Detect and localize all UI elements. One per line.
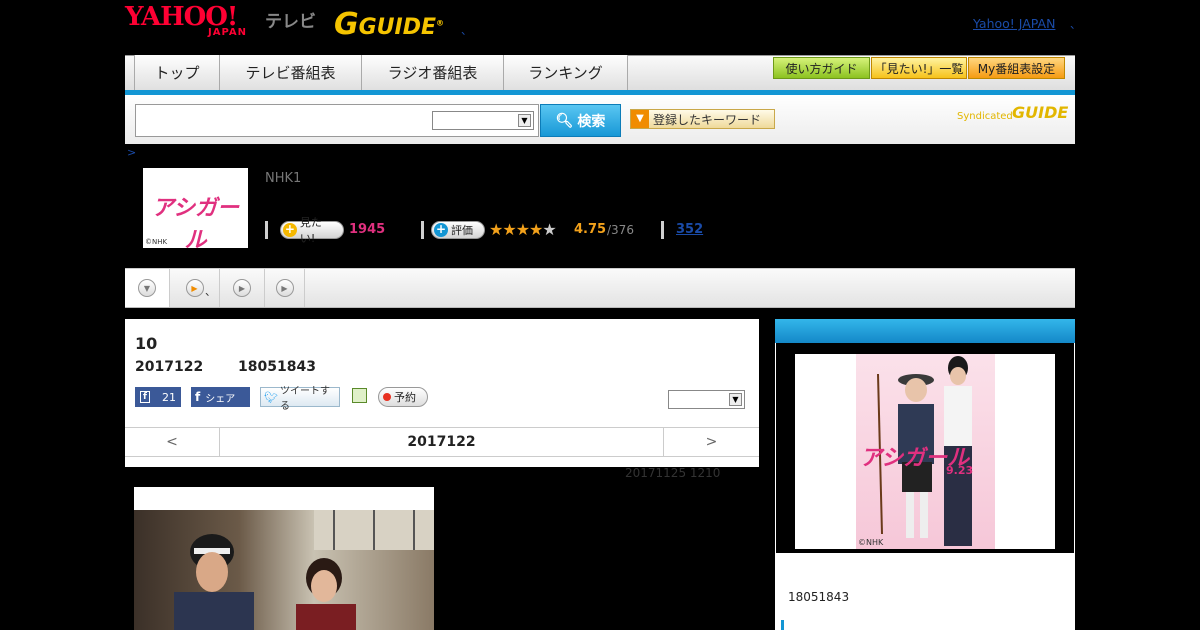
tab-separator: 、 [205,285,216,298]
yahoo-japan-link[interactable]: Yahoo! JAPAN [973,16,1055,31]
guide-button[interactable]: 使い方ガイド [773,57,870,79]
mitai-count: 1945 [349,222,386,237]
program-poster[interactable]: アシガール 9.23 ©NHK [856,354,995,549]
side-accent-bar [781,620,784,630]
chevron-down-icon: ▼ [138,279,156,297]
nav-tab-ranking[interactable]: ランキング [504,55,628,90]
tab-episode-list[interactable]: ▼ [125,269,170,307]
poster-date: 9.23 [946,464,974,477]
pager-current-date: 2017122 [219,428,664,456]
program-thumbnail[interactable]: アシガール ©NHK [143,168,248,253]
episode-time: 18051843 [238,359,316,375]
prev-episode-button[interactable]: < [125,428,219,456]
facebook-icon: f [140,391,150,403]
nav-tab-radio-listings[interactable]: ラジオ番組表 [362,55,504,90]
chevron-down-icon: ▼ [729,393,742,406]
search-button[interactable]: 🔍︎ 検索 [540,104,621,137]
record-icon [383,393,391,401]
side-broadcast-time: 18051843 [788,590,850,604]
facebook-share-label: シェア [205,393,236,405]
tv-logo-text[interactable]: テレビ [265,7,316,32]
triangle-down-icon: ▼ [631,110,649,128]
star-icon: ★★★★ [489,220,543,239]
rating-stars: ★★★★★ [489,220,557,239]
episode-select[interactable]: ▼ [668,390,745,409]
tab-play-3[interactable]: ▶ [265,269,305,307]
search-category-select[interactable]: ▼ [432,111,534,130]
search-button-label: 検索 [577,113,606,130]
chevron-down-icon: ▼ [518,114,531,127]
thumbnail-copyright: ©NHK [145,238,168,246]
gguide-logo[interactable]: GGUIDE® [334,7,444,42]
reserve-label: 予約 [394,391,416,404]
calendar-add-icon[interactable] [352,388,367,403]
reserve-button[interactable]: 予約 [378,387,428,407]
mitai-list-button[interactable]: 「見たい!」一覧 [871,57,967,79]
header-separator: 、 [461,24,472,37]
updated-timestamp: 20171125 1210 [625,466,721,480]
facebook-icon: f [195,390,201,404]
page: YAHOO! JAPAN テレビ GGUIDE® 、 Yahoo! JAPAN … [0,0,1200,630]
rate-label: 評価 [451,224,473,237]
play-icon: ▶ [275,279,294,297]
star-half-icon: ★ [542,220,556,239]
scene-image[interactable] [134,510,434,630]
rating-total: /376 [607,223,634,237]
syndicated-label: Syndicated [957,111,1013,122]
episode-date: 2017122 [135,359,204,375]
gguide-logo-text: GUIDE [358,15,437,40]
plus-icon: + [434,222,448,237]
play-icon: ▶ [233,279,251,297]
reviews-count-link[interactable]: 352 [676,222,703,237]
tab-play-2[interactable]: ▶ [220,269,265,307]
rating-score: 4.75 [574,222,607,237]
divider [661,221,664,239]
header-separator-2: 、 [1070,18,1081,31]
divider [265,221,268,239]
mitai-label: 見たい! [299,216,322,245]
saved-keywords-button[interactable]: ▼ 登録したキーワード [630,109,775,129]
facebook-like-button[interactable]: f 21 [135,387,181,407]
divider [421,221,424,239]
side-panel-header [775,319,1075,343]
yahoo-japan-logo-text: JAPAN [208,27,247,38]
rate-button[interactable]: + 評価 [431,221,485,239]
saved-keywords-label: 登録したキーワード [653,112,762,127]
my-listings-settings-button[interactable]: My番組表設定 [968,57,1065,79]
mitai-button[interactable]: + 見たい! [280,216,344,245]
next-episode-button[interactable]: > [664,428,759,456]
tweet-label: ツイートする [279,386,330,412]
breadcrumb[interactable]: > [127,146,136,159]
facebook-like-count: 21 [162,390,176,404]
syndicated-gguide-logo: GUIDE [1012,103,1069,122]
tweet-button[interactable]: 🐦︎ ツイートする [260,386,340,412]
episode-number: 10 [135,334,158,353]
channel-name: NHK1 [265,171,302,186]
twitter-bird-icon: 🐦︎ [264,390,278,404]
nav-tab-tv-listings[interactable]: テレビ番組表 [220,55,362,90]
nav-tab-top[interactable]: トップ [134,55,220,90]
gguide-logo-g: G [334,7,359,42]
plus-icon: + [283,222,297,237]
facebook-share-button[interactable]: f シェア [191,387,250,407]
search-icon: 🔍︎ [555,112,574,129]
poster-copyright: ©NHK [858,538,884,547]
play-icon: ▶ [185,279,204,297]
